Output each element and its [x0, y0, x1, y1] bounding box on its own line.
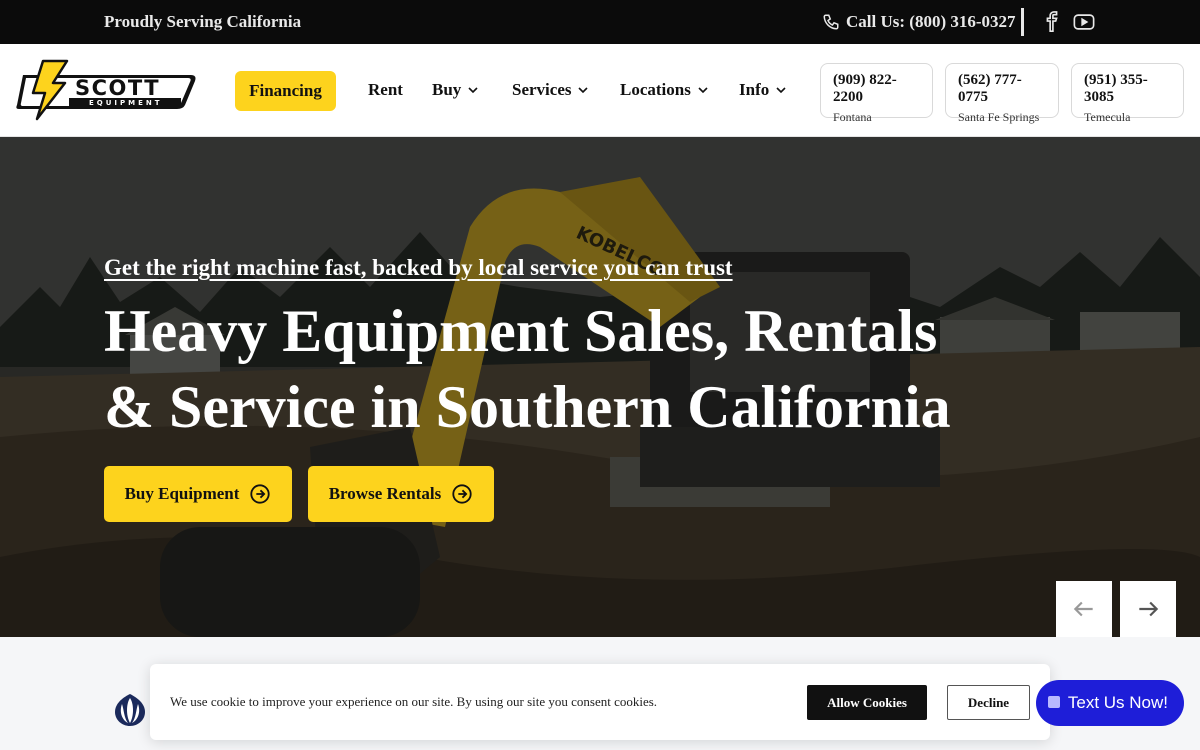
browse-rentals-button[interactable]: Browse Rentals: [308, 466, 494, 522]
facebook-icon[interactable]: [1041, 11, 1063, 33]
nav-services[interactable]: Services: [512, 80, 589, 100]
text-us-now-label: Text Us Now!: [1067, 693, 1168, 712]
logo-text-scott: SCOTT: [75, 76, 160, 100]
topbar-divider: [1021, 8, 1024, 36]
buy-equipment-button[interactable]: Buy Equipment: [104, 466, 292, 522]
nav-locations-label: Locations: [620, 80, 691, 99]
location-card-temecula[interactable]: (951) 355-3085 Temecula: [1071, 63, 1184, 124]
financing-button[interactable]: Financing: [235, 71, 336, 111]
nav-buy[interactable]: Buy: [432, 80, 479, 100]
nav-locations[interactable]: Locations: [620, 80, 709, 100]
allow-cookies-button[interactable]: Allow Cookies: [807, 685, 927, 720]
arrow-left-icon: [1073, 601, 1093, 617]
arrow-circle-right-icon: [250, 484, 271, 504]
chevron-down-icon: [468, 87, 478, 94]
arrow-right-icon: [1139, 601, 1159, 617]
chat-icon: [1048, 696, 1060, 708]
hero-eyebrow-link[interactable]: Get the right machine fast, backed by lo…: [104, 255, 733, 281]
nav-rent-label: Rent: [368, 80, 403, 99]
logo-text-equipment: EQUIPMENT: [89, 99, 163, 107]
hero-section: KOBELCO Get the right machine fast, back…: [0, 137, 1200, 637]
chevron-down-icon: [698, 87, 708, 94]
location-card-fontana[interactable]: (909) 822-2200 Fontana: [820, 63, 933, 124]
hero-heading-line2: & Service in Southern California: [104, 374, 951, 440]
main-header: SCOTT EQUIPMENT Financing Rent Buy Servi…: [0, 44, 1200, 137]
nav-services-label: Services: [512, 80, 572, 99]
youtube-icon[interactable]: [1073, 11, 1095, 33]
text-us-now-button[interactable]: Text Us Now!: [1036, 680, 1184, 726]
location-city: Temecula: [1084, 110, 1131, 124]
location-city: Santa Fe Springs: [958, 110, 1040, 124]
hero-heading: Heavy Equipment Sales, Rentals & Service…: [104, 293, 1004, 445]
scott-equipment-logo[interactable]: SCOTT EQUIPMENT: [15, 59, 197, 121]
hero-heading-line1: Heavy Equipment Sales, Rentals: [104, 298, 938, 364]
location-card-santa-fe-springs[interactable]: (562) 777-0775 Santa Fe Springs: [945, 63, 1059, 124]
nav-buy-label: Buy: [432, 80, 462, 99]
location-city: Fontana: [833, 110, 872, 124]
tagline: Proudly Serving California: [104, 12, 302, 31]
call-us-label: Call Us: (800) 316-0327: [846, 12, 1016, 31]
buy-equipment-label: Buy Equipment: [124, 484, 240, 503]
slide-prev-button[interactable]: [1056, 581, 1112, 637]
cookie-banner: We use cookie to improve your experience…: [150, 664, 1050, 740]
arrow-circle-right-icon: [452, 484, 472, 504]
top-bar: Proudly Serving California Call Us: (800…: [0, 0, 1200, 44]
location-phone: (951) 355-3085: [1084, 72, 1148, 105]
location-phone: (562) 777-0775: [958, 72, 1022, 105]
decline-cookies-button[interactable]: Decline: [947, 685, 1030, 720]
slide-next-button[interactable]: [1120, 581, 1176, 637]
phone-icon: [823, 14, 839, 30]
nav-rent[interactable]: Rent: [368, 80, 403, 100]
location-phone: (909) 822-2200: [833, 72, 897, 105]
call-us-link[interactable]: Call Us: (800) 316-0327: [822, 12, 1016, 32]
nav-info-label: Info: [739, 80, 770, 99]
cookie-message: We use cookie to improve your experience…: [170, 694, 658, 709]
chevron-down-icon: [578, 87, 589, 94]
chevron-down-icon: [776, 87, 786, 94]
nav-info[interactable]: Info: [739, 80, 787, 100]
browse-rentals-label: Browse Rentals: [328, 484, 442, 503]
new-holland-leaf-icon: [115, 694, 145, 726]
